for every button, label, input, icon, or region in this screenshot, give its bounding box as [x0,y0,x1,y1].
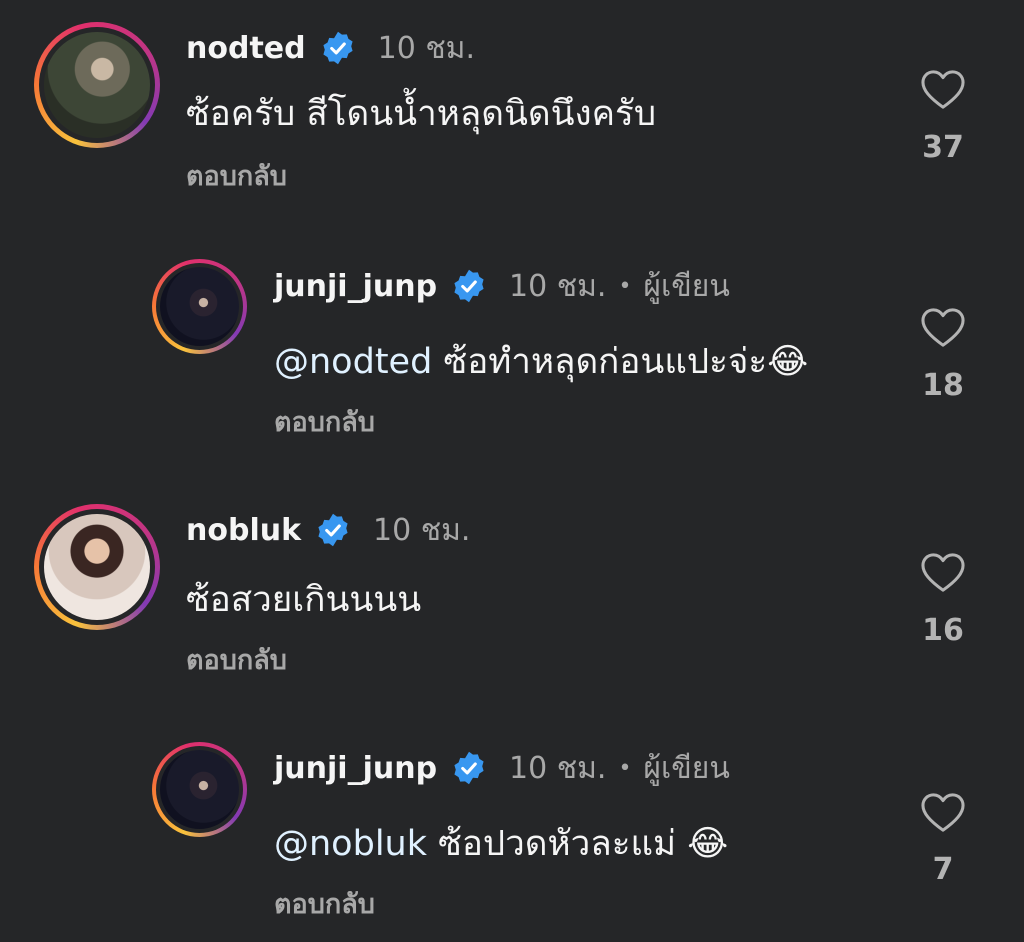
avatar[interactable] [44,514,150,620]
reply-button[interactable]: ตอบกลับ [186,154,287,197]
username[interactable]: junji_junp [274,751,437,786]
like-count: 16 [922,613,964,648]
author-label: ผู้เขียน [643,268,730,304]
comment-text: ซ้อสวยเกินนนน [186,580,422,620]
reply-button[interactable]: ตอบกลับ [186,638,287,681]
reply-comment-item: junji_junp 10 ชม. • ผู้เขียน @nobluk ซ้อ… [0,722,1024,942]
like-count: 18 [922,368,964,403]
timestamp: 10 ชม. [509,268,607,304]
username[interactable]: nobluk [186,513,301,548]
separator-dot: • [618,273,632,299]
avatar[interactable] [160,267,239,346]
comment-text: ซ้อครับ สีโดนน้ำหลุดนิดนึงครับ [186,94,657,134]
heart-icon[interactable] [920,552,966,594]
heart-icon[interactable] [920,792,966,834]
comment-text: @nobluk ซ้อปวดหัวละแม่ 😂 [274,824,729,864]
timestamp: 10 ชม. [509,750,607,786]
like-count: 37 [922,130,964,165]
mention-link[interactable]: @nobluk [274,824,427,864]
heart-icon[interactable] [920,69,966,111]
avatar[interactable] [44,32,150,138]
verified-badge-icon [323,31,353,65]
timestamp: 10 ชม. [377,30,475,66]
heart-icon[interactable] [920,307,966,349]
avatar[interactable] [160,750,239,829]
reply-button[interactable]: ตอบกลับ [274,400,375,443]
mention-link[interactable]: @nodted [274,342,432,382]
verified-badge-icon [454,751,484,785]
comment-item: nobluk 10 ชม. ซ้อสวยเกินนนน ตอบกลับ 16 [0,480,1024,710]
laughing-emoji-icon: 😂 [767,342,809,382]
reply-comment-item: junji_junp 10 ชม. • ผู้เขียน @nodted ซ้อ… [0,240,1024,460]
reply-button[interactable]: ตอบกลับ [274,882,375,925]
laughing-emoji-icon: 😂 [687,824,729,864]
separator-dot: • [618,755,632,781]
verified-badge-icon [318,513,348,547]
verified-badge-icon [454,269,484,303]
comment-text: @nodted ซ้อทำหลุดก่อนแปะจ่ะ😂 [274,342,809,382]
username[interactable]: junji_junp [274,269,437,304]
timestamp: 10 ชม. [373,512,471,548]
author-label: ผู้เขียน [643,750,730,786]
like-count: 7 [932,852,954,887]
comment-item: nodted 10 ชม. ซ้อครับ สีโดนน้ำหลุดนิดนึง… [0,0,1024,230]
username[interactable]: nodted [186,31,306,66]
